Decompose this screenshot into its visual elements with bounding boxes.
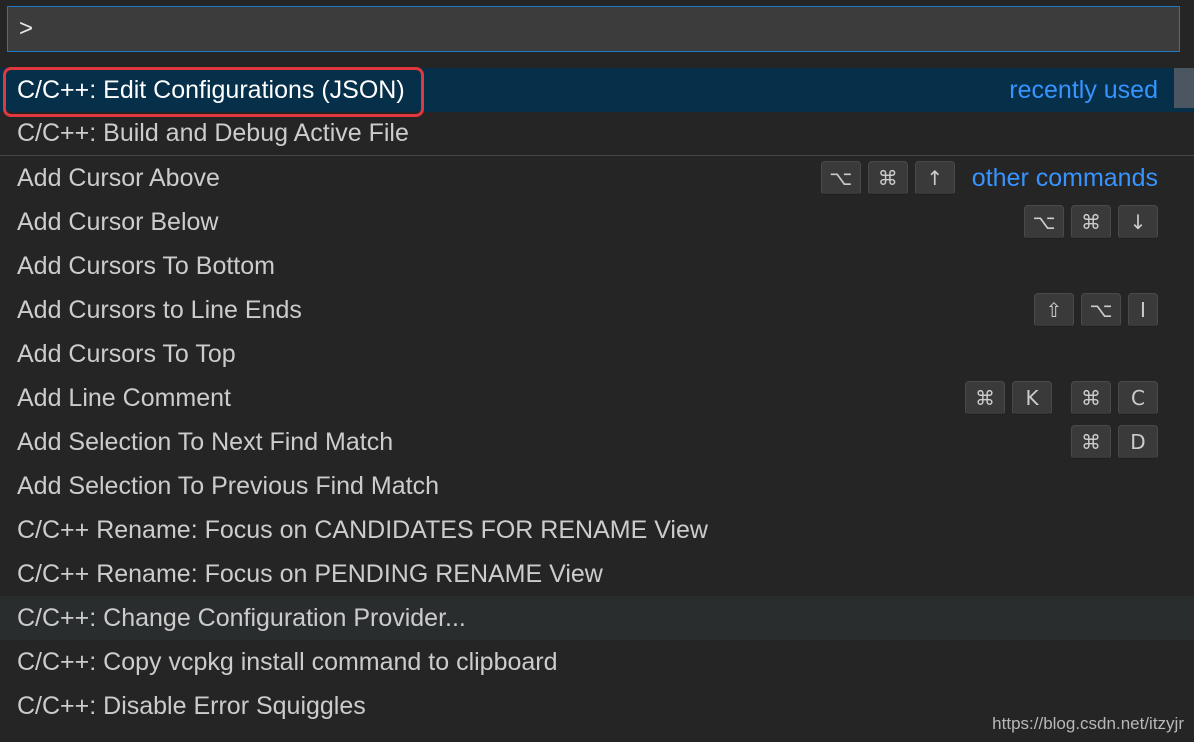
command-label: C/C++: Edit Configurations (JSON) [17, 75, 405, 104]
command-label: C/C++ Rename: Focus on CANDIDATES FOR RE… [17, 515, 708, 544]
command-label: C/C++: Copy vcpkg install command to cli… [17, 647, 558, 676]
keybinding: ⇧ ⌥ I [1027, 293, 1158, 327]
scrollbar-thumb[interactable] [1174, 68, 1194, 108]
command-label: Add Cursor Below [17, 207, 219, 236]
command-item-add-cursor-above[interactable]: Add Cursor Above ⌥ ⌘ ↑ other commands [0, 156, 1194, 200]
command-item-rename-focus-pending[interactable]: C/C++ Rename: Focus on PENDING RENAME Vi… [0, 552, 1194, 596]
option-key: ⌥ [1024, 205, 1064, 239]
command-item-rename-focus-candidates[interactable]: C/C++ Rename: Focus on CANDIDATES FOR RE… [0, 508, 1194, 552]
command-item-add-selection-previous-find-match[interactable]: Add Selection To Previous Find Match [0, 464, 1194, 508]
command-label: Add Selection To Previous Find Match [17, 471, 439, 500]
command-item-add-selection-next-find-match[interactable]: Add Selection To Next Find Match ⌘ D [0, 420, 1194, 464]
command-key: ⌘ [1071, 381, 1111, 415]
command-label: C/C++: Disable Error Squiggles [17, 691, 366, 720]
option-key: ⌥ [1081, 293, 1121, 327]
command-label: C/C++: Build and Debug Active File [17, 119, 409, 147]
d-key: D [1118, 425, 1158, 459]
command-key: ⌘ [1071, 425, 1111, 459]
keybinding: ⌘ D [1064, 425, 1158, 459]
arrow-down-key: ↓ [1118, 205, 1158, 239]
arrow-up-key: ↑ [914, 161, 955, 195]
command-key: ⌘ [867, 161, 908, 195]
command-item-change-configuration-provider[interactable]: C/C++: Change Configuration Provider... [0, 596, 1194, 640]
watermark: https://blog.csdn.net/itzyjr [992, 714, 1184, 733]
command-label: Add Selection To Next Find Match [17, 427, 394, 456]
c-key: C [1118, 381, 1158, 415]
command-key: ⌘ [1071, 205, 1111, 239]
command-label: C/C++ Rename: Focus on PENDING RENAME Vi… [17, 559, 603, 588]
command-label: Add Line Comment [17, 383, 232, 412]
command-input-box[interactable] [7, 6, 1180, 52]
command-item-add-cursors-to-bottom[interactable]: Add Cursors To Bottom [0, 244, 1194, 288]
group-label-other-commands: other commands [971, 163, 1158, 192]
k-key: K [1012, 381, 1052, 415]
option-key: ⌥ [820, 161, 861, 195]
command-label: Add Cursor Above [17, 163, 220, 192]
command-item-add-cursors-to-top[interactable]: Add Cursors To Top [0, 332, 1194, 376]
shift-key: ⇧ [1034, 293, 1074, 327]
keybinding: ⌘ K ⌘ C [958, 381, 1158, 415]
command-item-edit-configurations-json[interactable]: C/C++: Edit Configurations (JSON) recent… [0, 68, 1194, 112]
command-input[interactable] [8, 7, 1179, 51]
command-palette: C/C++: Edit Configurations (JSON) recent… [0, 0, 1194, 742]
command-label: Add Cursors To Top [17, 339, 236, 368]
command-label: Add Cursors To Bottom [17, 251, 275, 280]
command-item-copy-vcpkg-command[interactable]: C/C++: Copy vcpkg install command to cli… [0, 640, 1194, 684]
command-item-add-cursor-below[interactable]: Add Cursor Below ⌥ ⌘ ↓ [0, 200, 1194, 244]
i-key: I [1128, 293, 1158, 327]
command-list: C/C++: Edit Configurations (JSON) recent… [0, 68, 1194, 728]
command-key: ⌘ [965, 381, 1005, 415]
command-item-add-line-comment[interactable]: Add Line Comment ⌘ K ⌘ C [0, 376, 1194, 420]
keybinding: ⌥ ⌘ ↑ [814, 161, 955, 195]
group-label-recently-used: recently used [1009, 75, 1158, 104]
keybinding: ⌥ ⌘ ↓ [1017, 205, 1158, 239]
command-item-build-and-debug[interactable]: C/C++: Build and Debug Active File [0, 112, 1194, 156]
command-label: C/C++: Change Configuration Provider... [17, 603, 466, 632]
command-label: Add Cursors to Line Ends [17, 295, 302, 324]
command-item-add-cursors-to-line-ends[interactable]: Add Cursors to Line Ends ⇧ ⌥ I [0, 288, 1194, 332]
